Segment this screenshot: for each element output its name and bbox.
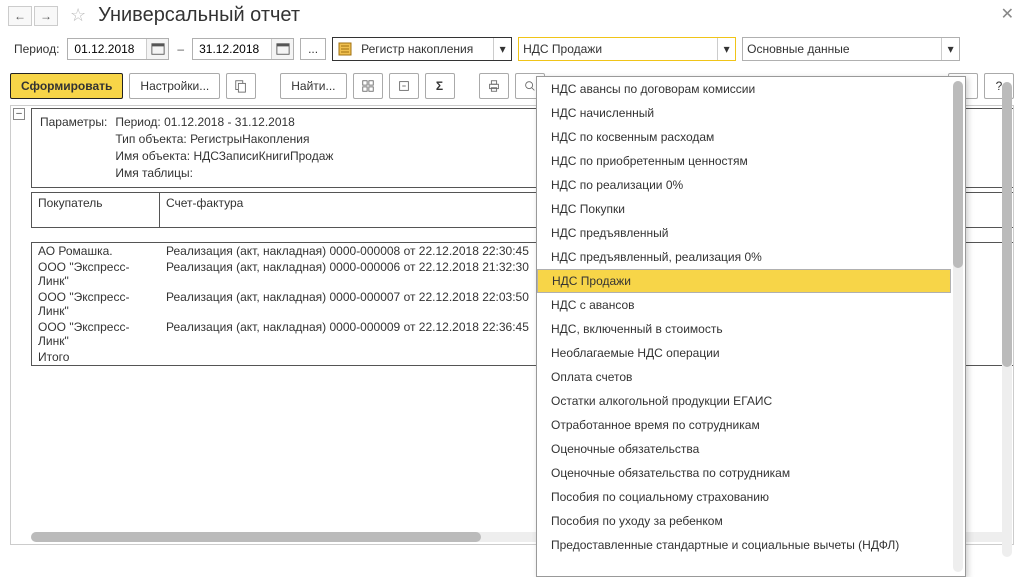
dropdown-item[interactable]: НДС по приобретенным ценностям [537,149,951,173]
favorite-icon[interactable]: ☆ [70,5,86,26]
period-label: Период: [14,42,59,56]
vertical-scrollbar[interactable] [1002,82,1012,557]
register-type-value: Регистр накопления [357,42,493,56]
cell-buyer: ООО "Экспресс-Линк" [32,289,160,319]
dropdown-item[interactable]: Оплата счетов [537,365,951,389]
object-name-value: НДС Продажи [519,42,717,56]
register-type-select[interactable]: Регистр накопления ▾ [332,37,512,61]
dropdown-item[interactable]: Оценочные обязательства по сотрудникам [537,461,951,485]
date-to-field[interactable] [192,38,294,60]
dropdown-item[interactable]: Необлагаемые НДС операции [537,341,951,365]
dropdown-item[interactable]: НДС начисленный [537,101,951,125]
collapse-toggle[interactable]: – [13,108,25,120]
date-to-input[interactable] [193,39,271,59]
dropdown-item[interactable]: НДС предъявленный [537,221,951,245]
dropdown-item[interactable]: НДС по косвенным расходам [537,125,951,149]
find-button[interactable]: Найти... [280,73,346,99]
period-ellipsis-button[interactable]: ... [300,38,326,60]
nav-back-button[interactable]: ← [8,6,32,26]
dropdown-item[interactable]: НДС, включенный в стоимость [537,317,951,341]
chevron-down-icon[interactable]: ▾ [941,38,959,60]
calendar-icon[interactable] [146,39,168,59]
dropdown-item[interactable]: НДС авансы по договорам комиссии [537,77,951,101]
total-label: Итого [32,349,160,365]
page-title: Универсальный отчет [98,4,300,27]
dropdown-item[interactable]: Отработанное время по сотрудникам [537,413,951,437]
object-name-select[interactable]: НДС Продажи ▾ [518,37,736,61]
dropdown-item[interactable]: НДС с авансов [537,293,951,317]
chevron-down-icon[interactable]: ▾ [493,38,511,60]
cell-buyer: АО Ромашка. [32,243,160,259]
date-from-input[interactable] [68,39,146,59]
cell-buyer: ООО "Экспресс-Линк" [32,259,160,289]
dropdown-item[interactable]: Оценочные обязательства [537,437,951,461]
dropdown-item[interactable]: Остатки алкогольной продукции ЕГАИС [537,389,951,413]
close-button[interactable]: ✕ [1001,4,1014,24]
calendar-icon[interactable] [271,39,293,59]
form-button[interactable]: Сформировать [10,73,123,99]
chevron-down-icon[interactable]: ▾ [717,38,735,60]
period-dash: – [177,42,184,56]
table-name-value: Основные данные [743,42,941,56]
expand-all-button[interactable] [353,73,383,99]
print-button[interactable] [479,73,509,99]
cell-buyer: ООО "Экспресс-Линк" [32,319,160,349]
dropdown-item[interactable]: Пособия по уходу за ребенком [537,509,951,533]
dropdown-item[interactable]: НДС Продажи [537,269,951,293]
dropdown-item[interactable]: Предоставленные стандартные и социальные… [537,533,951,557]
dropdown-item[interactable]: НДС по реализации 0% [537,173,951,197]
period-row: Период: – ... Регистр накопления ▾ НДС П… [0,35,1024,67]
object-name-dropdown: НДС авансы по договорам комиссииНДС начи… [536,76,966,577]
nav-forward-button[interactable]: → [34,6,58,26]
col-buyer: Покупатель [32,193,160,227]
register-icon [337,41,353,57]
settings-button[interactable]: Настройки... [129,73,220,99]
date-from-field[interactable] [67,38,169,60]
dropdown-item[interactable]: НДС Покупки [537,197,951,221]
collapse-all-button[interactable] [389,73,419,99]
table-name-select[interactable]: Основные данные ▾ [742,37,960,61]
dropdown-item[interactable]: Пособия по социальному страхованию [537,485,951,509]
params-label: Параметры: [40,115,113,130]
sum-button[interactable]: Σ [425,73,455,99]
copy-settings-button[interactable] [226,73,256,99]
dropdown-scrollbar[interactable] [953,81,963,572]
titlebar: ← → ☆ Универсальный отчет ✕ [0,0,1024,35]
dropdown-item[interactable]: НДС предъявленный, реализация 0% [537,245,951,269]
